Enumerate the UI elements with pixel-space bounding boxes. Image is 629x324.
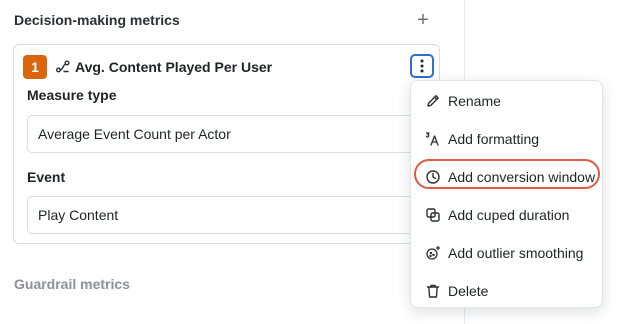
more-options-button[interactable]: [410, 54, 434, 78]
menu-item-label: Rename: [448, 93, 501, 109]
metric-flow-icon: [55, 59, 71, 75]
menu-item-label: Add conversion window: [448, 169, 596, 185]
clock-icon: [425, 169, 441, 185]
pencil-icon: [425, 93, 441, 109]
decision-metrics-title: Decision-making metrics: [14, 12, 180, 28]
measure-type-select[interactable]: Average Event Count per Actor: [27, 115, 427, 153]
menu-item-label: Add outlier smoothing: [448, 245, 584, 261]
formatting-icon: [425, 131, 441, 147]
squares-icon: [425, 207, 441, 223]
kebab-icon: [420, 59, 424, 73]
menu-item-label: Add formatting: [448, 131, 540, 147]
event-select[interactable]: Play Content: [27, 196, 427, 234]
metric-index-badge: 1: [23, 55, 47, 79]
menu-item-delete[interactable]: Delete: [411, 272, 604, 310]
metric-options-menu: Rename Add formatting Add conversion win…: [410, 80, 603, 308]
metric-name: Avg. Content Played Per User: [75, 59, 273, 75]
measure-type-label: Measure type: [27, 87, 117, 103]
add-metric-button[interactable]: +: [413, 9, 433, 31]
event-label: Event: [27, 169, 66, 185]
measure-type-value: Average Event Count per Actor: [38, 126, 231, 142]
menu-item-add-formatting[interactable]: Add formatting: [411, 120, 604, 158]
guardrail-metrics-title: Guardrail metrics: [14, 276, 130, 292]
menu-item-label: Add cuped duration: [448, 207, 570, 223]
menu-item-label: Delete: [448, 283, 489, 299]
event-value: Play Content: [38, 207, 119, 223]
sparkle-circle-icon: [425, 245, 441, 261]
metric-header: 1 Avg. Content Played Per User: [23, 55, 272, 79]
menu-item-add-conversion-window[interactable]: Add conversion window: [411, 158, 604, 196]
menu-item-rename[interactable]: Rename: [411, 82, 604, 120]
menu-item-add-cuped-duration[interactable]: Add cuped duration: [411, 196, 604, 234]
metric-card: 1 Avg. Content Played Per User Measure t…: [13, 44, 440, 244]
menu-item-add-outlier-smoothing[interactable]: Add outlier smoothing: [411, 234, 604, 272]
trash-icon: [425, 283, 441, 299]
